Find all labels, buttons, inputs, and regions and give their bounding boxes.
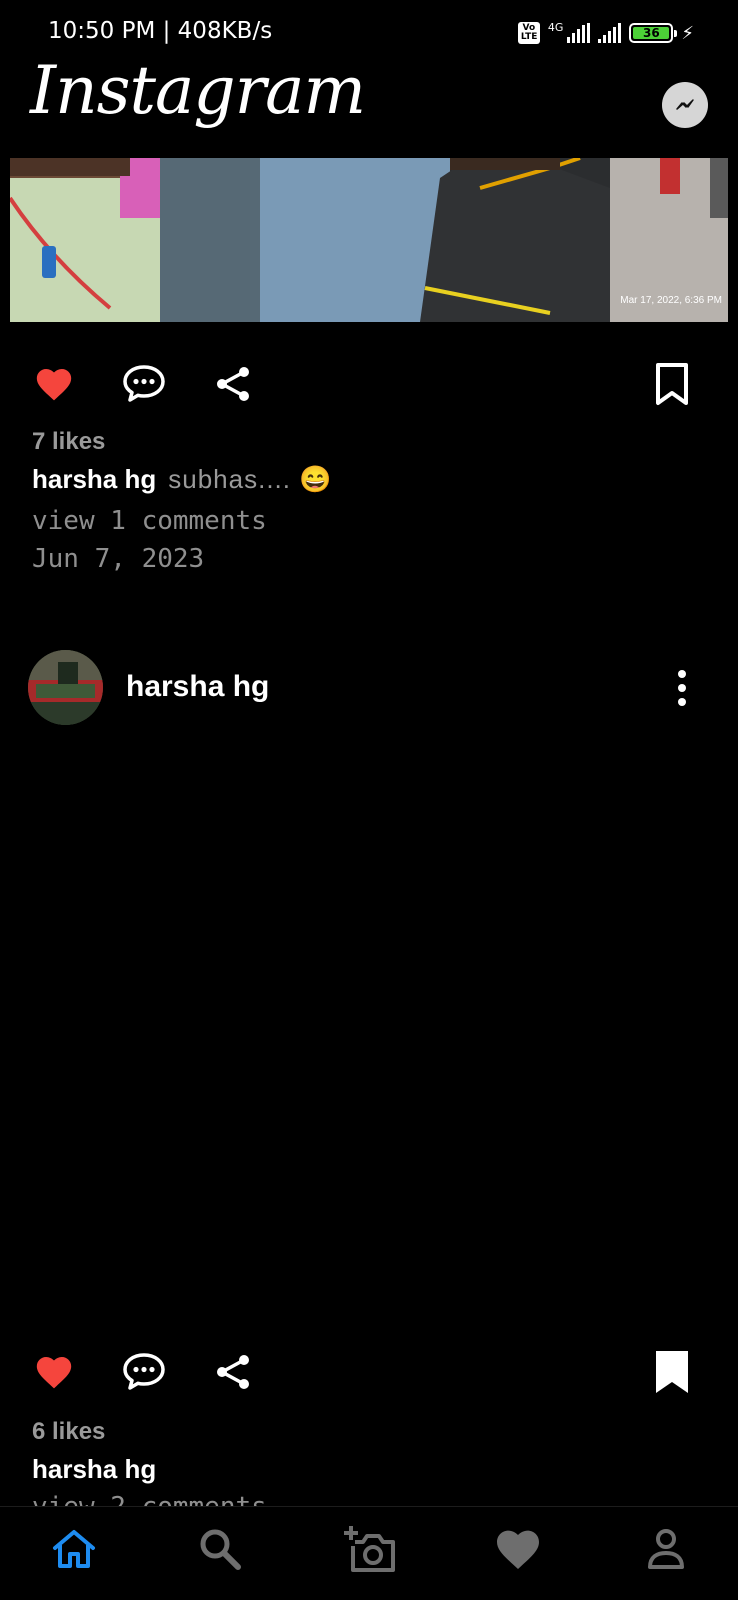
add-photo-icon[interactable] <box>340 1519 400 1579</box>
caption-username[interactable]: harsha hg <box>32 464 156 494</box>
caption-username[interactable]: harsha hg <box>32 1454 156 1484</box>
avatar[interactable] <box>28 650 103 725</box>
home-icon[interactable] <box>44 1519 104 1579</box>
like-icon[interactable] <box>30 1348 78 1396</box>
status-icons: Vo LTE 4G 36 ⚡ <box>517 20 694 46</box>
post-image[interactable]: Mar 17, 2022, 6:36 PM <box>10 158 728 322</box>
signal-icon <box>598 23 622 43</box>
messenger-icon[interactable] <box>662 82 708 128</box>
network-type: 4G <box>547 20 564 34</box>
like-icon[interactable] <box>30 360 78 408</box>
share-icon[interactable] <box>210 1348 258 1396</box>
post-username[interactable]: harsha hg <box>126 670 269 704</box>
search-icon[interactable] <box>190 1519 250 1579</box>
app-header: Instagram <box>0 52 738 152</box>
battery-icon: 36 <box>629 23 678 43</box>
signal-icon <box>567 23 591 43</box>
post-date: Jun 7, 2023 <box>32 544 205 574</box>
caption-text: subhas.... 😄 <box>168 464 333 494</box>
share-icon[interactable] <box>210 360 258 408</box>
image-timestamp: Mar 17, 2022, 6:36 PM <box>620 295 722 306</box>
view-comments-link[interactable]: view 2 comments <box>32 1492 267 1506</box>
comment-icon[interactable] <box>120 1348 168 1396</box>
heart-icon[interactable] <box>488 1519 548 1579</box>
post-header: harsha hg <box>0 648 738 728</box>
caption: harsha hg subhas.... 😄 <box>32 464 333 495</box>
likes-count[interactable]: 6 likes <box>32 1418 105 1446</box>
instagram-logo: Instagram <box>30 52 366 129</box>
profile-icon[interactable] <box>636 1519 696 1579</box>
caption: harsha hg <box>32 1454 156 1485</box>
post-actions <box>0 1340 738 1400</box>
charging-icon: ⚡ <box>681 22 694 44</box>
likes-count[interactable]: 7 likes <box>32 428 105 456</box>
volte-icon: Vo LTE <box>517 22 540 44</box>
bookmark-icon[interactable] <box>648 360 696 408</box>
bookmark-filled-icon[interactable] <box>648 1348 696 1396</box>
comment-icon[interactable] <box>120 360 168 408</box>
bottom-nav <box>0 1506 738 1600</box>
view-comments-link[interactable]: view 1 comments <box>32 506 267 536</box>
battery-level: 36 <box>633 27 670 39</box>
post-actions <box>0 352 738 412</box>
status-time: 10:50 PM | 408KB/s <box>48 18 273 44</box>
more-options-icon[interactable] <box>672 670 692 706</box>
